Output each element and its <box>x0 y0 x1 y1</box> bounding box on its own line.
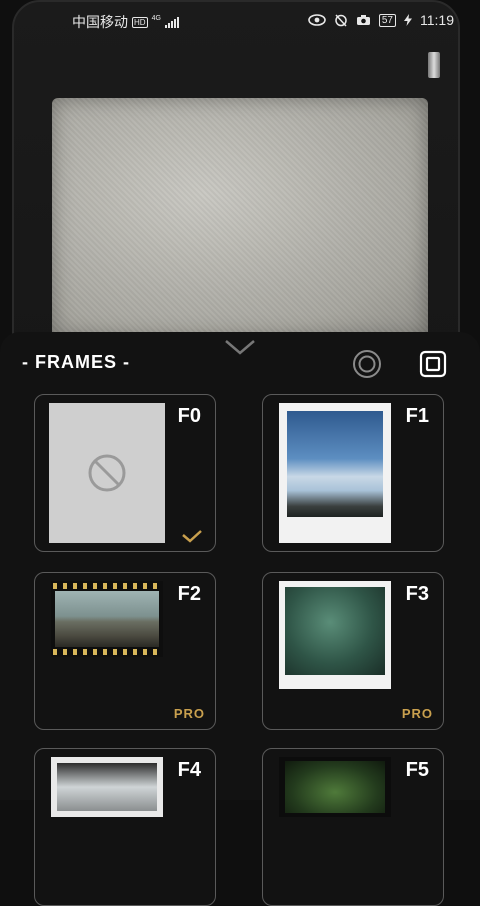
checkmark-icon <box>182 530 202 543</box>
network-type: 4G <box>151 14 161 22</box>
frame-tile-f3[interactable]: F3 PRO <box>262 572 444 730</box>
status-left: 中国移动 HD 4G <box>72 12 179 32</box>
status-right: 57 11:19 <box>308 12 454 28</box>
sheet-title: - FRAMES - <box>22 352 130 372</box>
viewfinder-texture <box>52 98 428 338</box>
eye-icon <box>308 14 326 26</box>
frame-label: F5 <box>405 759 429 781</box>
frame-tile-f1[interactable]: F1 <box>262 394 444 552</box>
pro-badge: PRO <box>401 706 433 721</box>
circle-frame-icon[interactable] <box>352 349 382 379</box>
sky-photo <box>287 411 383 517</box>
plant-photo <box>285 587 385 675</box>
frame-thumbnail <box>51 581 163 657</box>
film-sprockets <box>53 583 161 589</box>
status-bar: 中国移动 HD 4G 57 11:19 <box>0 0 480 40</box>
frame-tile-f4[interactable]: F4 <box>34 748 216 906</box>
film-sprockets <box>53 649 161 655</box>
camera-icon <box>356 15 370 25</box>
carrier-name: 中国移动 <box>72 14 128 30</box>
frame-tile-f0[interactable]: F0 <box>34 394 216 552</box>
frame-label: F2 <box>177 583 201 605</box>
frames-sheet: - FRAMES - F0 F1 F2 PRO F3 PRO F4 F5 <box>0 332 480 906</box>
frame-thumbnail <box>51 757 163 817</box>
no-frame-icon <box>88 454 126 492</box>
signal-icon <box>164 16 179 28</box>
frame-tile-f2[interactable]: F2 PRO <box>34 572 216 730</box>
frame-tile-f5[interactable]: F5 <box>262 748 444 906</box>
frame-label: F1 <box>405 405 429 427</box>
frame-thumbnail <box>279 403 391 543</box>
charging-icon <box>404 14 412 26</box>
beach-photo <box>55 591 159 647</box>
foliage-photo <box>285 761 385 813</box>
square-frame-icon[interactable] <box>418 349 448 379</box>
frame-label: F0 <box>177 405 201 427</box>
battery-indicator: 57 <box>378 13 396 27</box>
hd-badge: HD <box>132 16 148 28</box>
frame-label: F3 <box>405 583 429 605</box>
frame-thumbnail <box>49 403 165 543</box>
bedroom-photo <box>57 763 157 811</box>
shutter-knob[interactable] <box>428 52 440 78</box>
chevron-down-icon[interactable] <box>224 338 256 356</box>
frame-label: F4 <box>177 759 201 781</box>
pro-badge: PRO <box>173 706 205 721</box>
frame-thumbnail <box>279 757 391 817</box>
clock-time: 11:19 <box>420 12 454 28</box>
camera-viewfinder[interactable] <box>52 98 428 338</box>
frame-thumbnail <box>279 581 391 689</box>
alarm-off-icon <box>335 14 347 27</box>
